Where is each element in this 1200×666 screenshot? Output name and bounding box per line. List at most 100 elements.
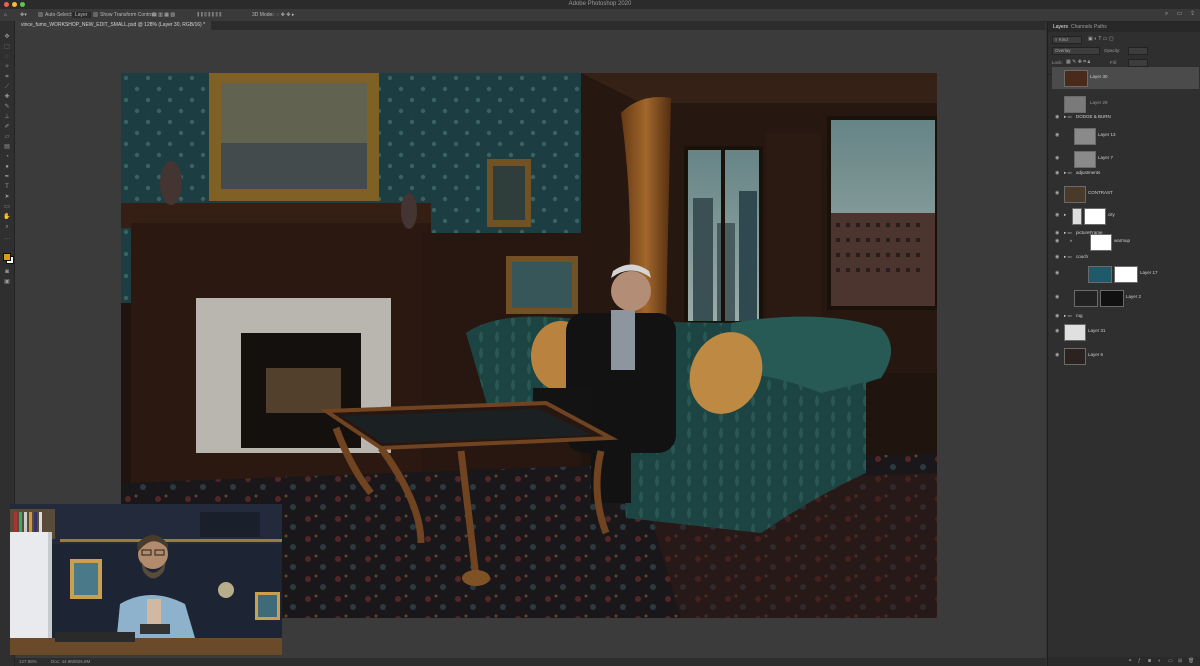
eye-icon[interactable]: ◉ (1055, 239, 1060, 244)
crop-tool-icon[interactable]: ⌗ (3, 74, 11, 80)
fx-icon[interactable]: ƒ (1138, 659, 1143, 664)
layer-mask-thumbnail (1090, 234, 1112, 251)
blend-mode-dropdown[interactable]: Overlay (1052, 47, 1100, 55)
zoom-tool-icon[interactable]: ⌕ (3, 224, 11, 230)
eye-icon[interactable]: ◉ (1055, 115, 1060, 120)
more-tools-icon[interactable]: ··· (3, 236, 11, 242)
add-mask-icon[interactable]: ◙ (1148, 659, 1153, 664)
eye-icon[interactable]: ◉ (1055, 171, 1060, 176)
layer-thumbnail (1064, 186, 1086, 203)
folder-icon: ▸ (1064, 212, 1067, 217)
zoom-level[interactable]: 127.88% (19, 659, 37, 664)
3d-tools-icons[interactable]: ◌ ◌ ✥ ✥ ▸ (272, 12, 294, 18)
magic-wand-tool-icon[interactable]: ✧ (3, 64, 11, 70)
folder-icon: ▸ ▭ (1064, 170, 1072, 175)
layer-thumbnail (1074, 290, 1098, 307)
lock-icons[interactable]: ▦ ✎ ✥ ⌗ 🔒︎ (1066, 59, 1090, 65)
eye-icon[interactable]: ◉ (1055, 156, 1060, 161)
layer-thumbnail (1088, 266, 1112, 283)
eye-icon[interactable]: ◉ (1055, 191, 1060, 196)
align-icons[interactable]: ▤ ▥ ▦ ▧ (152, 12, 175, 18)
new-group-icon[interactable]: ▭ (1168, 659, 1173, 664)
marquee-tool-icon[interactable]: ⬚ (3, 44, 11, 50)
eye-icon[interactable]: ◉ (1055, 329, 1060, 334)
shape-tool-icon[interactable]: ▭ (3, 204, 11, 210)
eye-icon[interactable]: ◉ (1055, 271, 1060, 276)
move-tool-preset-icon[interactable]: ✥▾ (20, 12, 27, 18)
tab-paths[interactable]: Paths (1094, 24, 1107, 30)
hand-tool-icon[interactable]: ✋ (3, 214, 11, 220)
eye-icon[interactable]: ◉ (1055, 314, 1060, 319)
eraser-tool-icon[interactable]: ▱ (3, 134, 11, 140)
gradient-tool-icon[interactable]: ▤ (3, 144, 11, 150)
lasso-tool-icon[interactable]: ◌ (3, 54, 11, 60)
layer-row[interactable]: ◉ Layer 6 (1052, 345, 1199, 367)
doc-size[interactable]: Doc: 44.9M/826.9M (51, 659, 90, 664)
quick-mask-icon[interactable]: ◙ (3, 269, 11, 275)
dodge-tool-icon[interactable]: ● (3, 164, 11, 170)
type-tool-icon[interactable]: T (3, 184, 11, 190)
lock-label: Lock: (1052, 60, 1063, 65)
layer-row[interactable]: ◉ ▸ city (1052, 205, 1199, 227)
move-tool-icon[interactable]: ✥ (3, 34, 11, 40)
layer-name: adjustments (1076, 170, 1101, 175)
adjustment-layer-icon[interactable]: ◐ (1158, 659, 1163, 664)
status-bar: 127.88% Doc: 44.9M/826.9M (15, 658, 1046, 666)
fill-label: Fill: (1110, 60, 1117, 65)
layer-name: Layer 29 (1090, 100, 1108, 105)
layer-row[interactable]: ◉ Layer 13 (1052, 125, 1199, 147)
screen-mode-icon[interactable]: ▣ (3, 279, 11, 285)
eye-icon[interactable]: ◉ (1055, 213, 1060, 218)
trash-icon[interactable]: 🗑︎ (1188, 659, 1194, 664)
layer-name: city (1108, 212, 1115, 217)
new-layer-icon[interactable]: ⊞ (1178, 659, 1183, 664)
share-icon[interactable]: ⇪ (1189, 11, 1196, 18)
layer-row[interactable]: ◉ ▸ ▭ DODGE & BURN (1052, 111, 1199, 125)
history-brush-tool-icon[interactable]: ✐ (3, 124, 11, 130)
home-icon[interactable]: ⌂ (4, 12, 7, 18)
eyedropper-tool-icon[interactable]: ⟋ (3, 84, 11, 90)
layer-row[interactable]: ◉ Layer 31 (1052, 321, 1199, 343)
adjustment-icon: ◐ (1070, 238, 1073, 243)
eye-icon[interactable]: ◉ (1055, 133, 1060, 138)
layer-row[interactable]: ◉ CONTRAST (1052, 183, 1199, 205)
layer-row[interactable]: Layer 30 (1052, 67, 1199, 89)
layer-row[interactable]: ◉ Layer 2 (1052, 287, 1199, 309)
filter-kind-dropdown[interactable]: ⌕ Kind (1052, 36, 1082, 44)
show-transform-label: Show Transform Controls (100, 12, 157, 18)
brush-tool-icon[interactable]: ✎ (3, 104, 11, 110)
layer-thumbnail (1072, 208, 1082, 225)
tab-layers[interactable]: Layers (1053, 24, 1068, 30)
show-transform-checkbox[interactable] (93, 12, 98, 17)
eye-icon[interactable]: ◉ (1055, 255, 1060, 260)
document-tab[interactable]: vince_fumo_WORKSHOP_NEW_EDIT_SMALL.psd @… (15, 21, 212, 30)
layer-row[interactable]: ◉ Layer 17 (1052, 263, 1199, 285)
auto-select-dropdown[interactable]: Layer (72, 12, 91, 18)
workspace-icon[interactable]: ▭ (1176, 11, 1183, 18)
layer-name: Layer 7 (1098, 155, 1114, 160)
layer-mask-thumbnail (1084, 208, 1106, 225)
pen-tool-icon[interactable]: ✒ (3, 174, 11, 180)
eye-icon[interactable]: ◉ (1055, 295, 1060, 300)
folder-icon: ▸ ▭ (1064, 313, 1072, 318)
layer-row[interactable]: ◉ ◐ warmup (1052, 231, 1199, 253)
opacity-field[interactable] (1128, 47, 1148, 55)
layer-name: Layer 30 (1090, 74, 1108, 79)
distribute-icons[interactable]: ⫼ ⫼ ⫼ ⫼ ⫼ ⫼ ⫼ (197, 12, 221, 18)
link-layers-icon[interactable]: ⚭ (1128, 659, 1133, 664)
layer-name: Layer 6 (1088, 352, 1104, 357)
blur-tool-icon[interactable]: ◔ (3, 154, 11, 160)
auto-select-checkbox[interactable] (38, 12, 43, 17)
healing-tool-icon[interactable]: ✚ (3, 94, 11, 100)
layer-row[interactable]: ◉ ▸ ▭ adjustments (1052, 167, 1199, 181)
path-selection-tool-icon[interactable]: ➤ (3, 194, 11, 200)
panel-tabs: Layers Channels Paths (1048, 22, 1200, 32)
foreground-color-swatch[interactable] (3, 253, 11, 261)
clone-stamp-tool-icon[interactable]: ⊥ (3, 114, 11, 120)
tab-channels[interactable]: Channels (1071, 24, 1092, 30)
search-icon[interactable]: ⌕ (1163, 11, 1170, 18)
fill-field[interactable] (1128, 59, 1148, 67)
filter-icons[interactable]: ▣ ◐ T ▭ ▢ (1088, 36, 1114, 42)
eye-icon[interactable]: ◉ (1055, 353, 1060, 358)
layer-thumbnail (1064, 348, 1086, 365)
